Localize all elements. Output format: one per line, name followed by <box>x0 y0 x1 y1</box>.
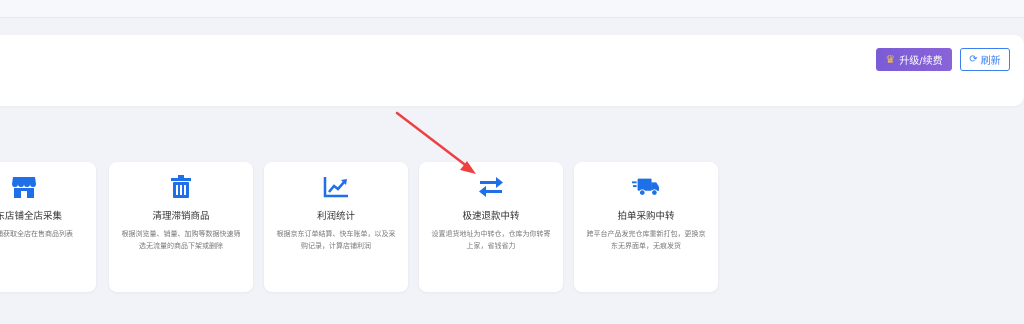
feature-card-order-purchase[interactable]: 拍单采购中转 跨平台产品发完仓库重新打包，更换京东无界面单，无痕发货 <box>574 162 718 292</box>
trash-icon <box>167 174 195 200</box>
feature-card-profit-stats[interactable]: 利润统计 根据京东订单结算、快车账单，以及采购记录，计算店铺利润 <box>264 162 408 292</box>
card-title: 京东店铺全店采集 <box>0 211 62 222</box>
card-title: 利润统计 <box>316 211 355 222</box>
feature-card-clear-slow[interactable]: 清理滞销商品 根据浏览量、销量、加购等数据快速筛选无流量的商品下架或删除 <box>109 162 253 292</box>
refresh-button[interactable]: ⟳ 刷新 <box>960 48 1010 71</box>
refresh-icon: ⟳ <box>969 54 978 65</box>
card-description: 根据京东订单结算、快车账单，以及采购记录，计算店铺利润 <box>276 230 396 250</box>
feature-card-store-collect[interactable]: 京东店铺全店采集 京东店铺获取全店在售商品列表 <box>0 162 96 292</box>
card-description: 根据浏览量、销量、加购等数据快速筛选无流量的商品下架或删除 <box>121 230 241 250</box>
refresh-label: 刷新 <box>980 56 1001 67</box>
card-title: 拍单采购中转 <box>617 211 675 222</box>
crown-icon: ♛ <box>885 53 896 66</box>
top-bar <box>0 0 1024 18</box>
card-description: 京东店铺获取全店在售商品列表 <box>0 230 73 238</box>
truck-icon <box>632 174 660 200</box>
header-panel <box>0 35 1024 106</box>
card-description: 设置退货地址为中转仓，仓库为你转寄上家，省钱省力 <box>431 230 551 250</box>
upgrade-button[interactable]: ♛ 升级/续费 <box>876 48 952 71</box>
upgrade-label: 升级/续费 <box>899 56 943 67</box>
card-title: 清理滞销商品 <box>152 211 210 222</box>
feature-card-fast-refund[interactable]: 极速退款中转 设置退货地址为中转仓，仓库为你转寄上家，省钱省力 <box>419 162 563 292</box>
chart-icon <box>322 174 350 200</box>
store-icon <box>10 174 38 200</box>
card-description: 跨平台产品发完仓库重新打包，更换京东无界面单，无痕发货 <box>586 230 706 250</box>
card-title: 极速退款中转 <box>462 211 520 222</box>
transfer-icon <box>477 174 505 200</box>
